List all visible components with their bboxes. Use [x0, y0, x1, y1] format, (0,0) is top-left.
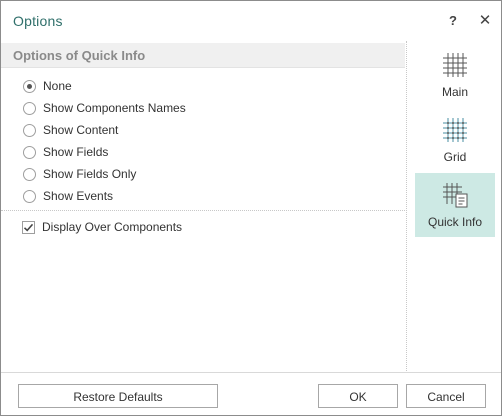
dialog-title: Options	[13, 13, 63, 29]
options-dialog: Options ? ✕ Options of Quick Info None S…	[0, 0, 502, 416]
radio-option-label: Show Fields	[43, 145, 109, 159]
radio-button[interactable]	[23, 79, 36, 93]
checkmark-icon	[23, 223, 34, 232]
radio-option-show-events[interactable]: Show Events	[23, 187, 113, 205]
radio-option-none[interactable]: None	[23, 77, 72, 95]
radio-option-label: None	[43, 79, 72, 93]
footer-separator	[1, 372, 501, 373]
help-button[interactable]: ?	[442, 10, 464, 32]
nav-item-label: Main	[441, 85, 468, 99]
radio-option-show-content[interactable]: Show Content	[23, 121, 118, 139]
radio-option-label: Show Events	[43, 189, 114, 203]
radio-button[interactable]	[23, 145, 36, 159]
section-title: Options of Quick Info	[13, 48, 146, 63]
nav-item-label: Quick Info	[427, 215, 483, 229]
nav-item-main[interactable]: Main	[415, 43, 495, 107]
grid-dotted-icon	[443, 118, 467, 142]
ok-button[interactable]: OK	[318, 384, 398, 408]
quick-info-options-panel: Options of Quick Info None Show Componen…	[1, 41, 405, 371]
close-button[interactable]: ✕	[474, 10, 496, 32]
options-separator	[1, 210, 405, 211]
radio-button[interactable]	[23, 167, 36, 181]
section-header: Options of Quick Info	[1, 43, 405, 68]
radio-option-label: Show Content	[43, 123, 119, 137]
display-over-components-checkbox-row[interactable]: Display Over Components	[22, 218, 182, 236]
radio-button[interactable]	[23, 189, 36, 203]
nav-item-grid[interactable]: Grid	[415, 108, 495, 172]
cancel-button[interactable]: Cancel	[406, 384, 486, 408]
title-bar: Options ? ✕	[1, 1, 501, 39]
radio-option-label: Show Components Names	[43, 101, 186, 115]
radio-option-show-fields[interactable]: Show Fields	[23, 143, 108, 161]
radio-button[interactable]	[23, 123, 36, 137]
nav-item-quick-info[interactable]: Quick Info	[415, 173, 495, 237]
radio-option-label: Show Fields Only	[43, 167, 137, 181]
grid-document-icon	[443, 183, 468, 208]
radio-button[interactable]	[23, 101, 36, 115]
display-over-components-checkbox[interactable]	[22, 220, 35, 234]
radio-option-show-fields-only[interactable]: Show Fields Only	[23, 165, 136, 183]
radio-option-show-components-names[interactable]: Show Components Names	[23, 99, 186, 117]
display-over-components-label: Display Over Components	[42, 220, 183, 234]
restore-defaults-button[interactable]: Restore Defaults	[18, 384, 218, 408]
grid-icon	[443, 53, 467, 77]
nav-item-label: Grid	[443, 150, 467, 164]
options-nav: Main Grid Quick Info	[407, 41, 501, 371]
